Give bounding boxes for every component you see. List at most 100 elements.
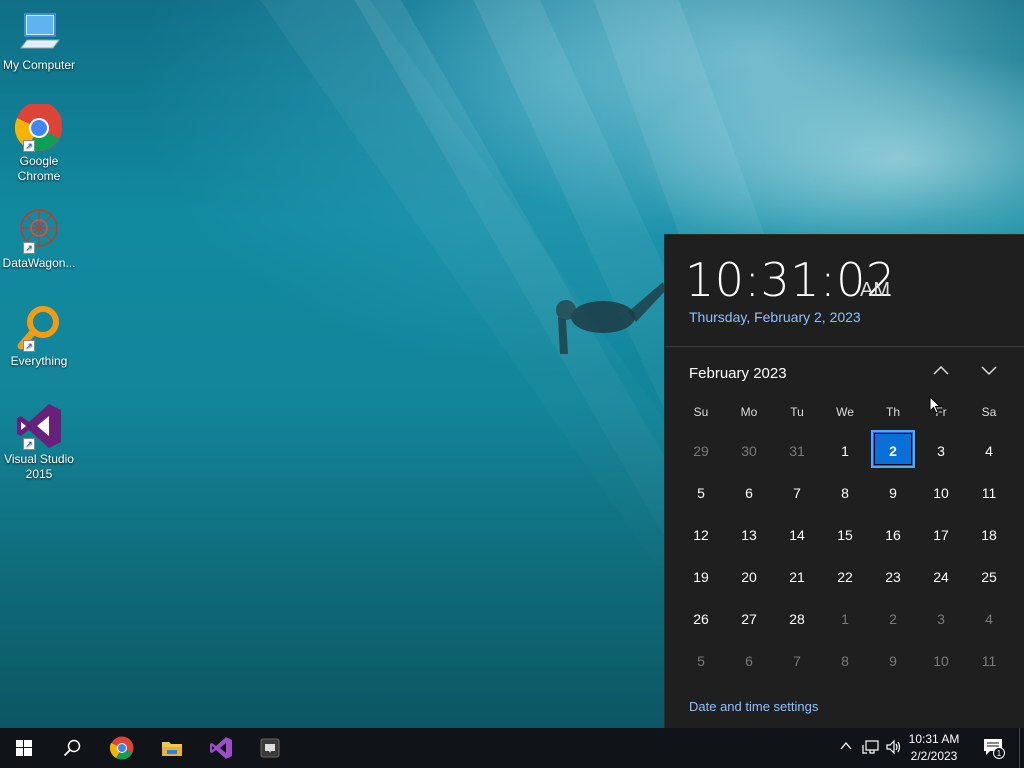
action-center-button[interactable]: 1 (982, 737, 1006, 762)
desktop-icon-google-chrome[interactable]: ↗ Google Chrome (0, 101, 78, 184)
network-button[interactable] (862, 739, 880, 758)
previous-month-button[interactable] (929, 363, 953, 385)
calendar-day[interactable]: 12 (677, 514, 725, 556)
weekday-header: Sa (981, 405, 997, 419)
start-button[interactable] (0, 728, 48, 768)
calendar-day[interactable]: 11 (965, 640, 1013, 682)
calendar-day[interactable]: 25 (965, 556, 1013, 598)
calendar-day[interactable]: 22 (821, 556, 869, 598)
calendar-day-number: 15 (837, 527, 853, 543)
calendar-day[interactable]: 18 (965, 514, 1013, 556)
calendar-day[interactable]: 17 (917, 514, 965, 556)
calendar-day[interactable]: 30 (725, 430, 773, 472)
calendar-day-number: 3 (937, 443, 945, 459)
search-button[interactable] (48, 728, 96, 768)
calendar-day[interactable]: 26 (677, 598, 725, 640)
calendar-day[interactable]: 5 (677, 640, 725, 682)
calendar-day[interactable]: 4 (965, 430, 1013, 472)
desktop-icon-visual-studio[interactable]: ↗ Visual Studio 2015 (0, 402, 78, 482)
calendar-day[interactable]: 28 (773, 598, 821, 640)
calendar-day[interactable]: 21 (773, 556, 821, 598)
calendar-day-today[interactable]: 2 (869, 430, 917, 472)
calendar-day-number: 12 (693, 527, 709, 543)
shortcut-arrow-icon: ↗ (23, 140, 35, 152)
calendar-day[interactable]: 23 (869, 556, 917, 598)
calendar-day-number: 2 (889, 611, 897, 627)
chrome-icon (110, 736, 134, 760)
desktop-icon-everything[interactable]: ↗ Everything (0, 304, 78, 369)
calendar-day[interactable]: 7 (773, 640, 821, 682)
calendar-day-number: 4 (985, 443, 993, 459)
calendar-day[interactable]: 2 (869, 598, 917, 640)
calendar-day[interactable]: 6 (725, 640, 773, 682)
calendar-day[interactable]: 10 (917, 472, 965, 514)
calendar-day[interactable]: 16 (869, 514, 917, 556)
next-month-button[interactable] (977, 363, 1001, 385)
calendar-day[interactable]: 5 (677, 472, 725, 514)
calendar-day-number: 25 (981, 569, 997, 585)
calendar-day-number: 14 (789, 527, 805, 543)
show-hidden-icons-button[interactable] (839, 739, 853, 756)
full-date-link[interactable]: Thursday, February 2, 2023 (689, 309, 861, 325)
month-label[interactable]: February 2023 (689, 365, 787, 382)
calendar-day[interactable]: 8 (821, 640, 869, 682)
desktop-icon-my-computer[interactable]: My Computer (0, 8, 78, 73)
weekday-header: Fr (935, 405, 947, 419)
calendar-day-number: 8 (841, 485, 849, 501)
weekday-header: Th (885, 405, 900, 419)
calendar-day[interactable]: 4 (965, 598, 1013, 640)
taskbar-chrome-button[interactable] (98, 728, 146, 768)
calendar-day[interactable]: 13 (725, 514, 773, 556)
taskbar-clock[interactable]: 10:31 AM 2/2/2023 (904, 731, 964, 765)
calendar-day-number: 27 (741, 611, 757, 627)
taskbar-visual-studio-button[interactable] (197, 728, 245, 768)
calendar-day[interactable]: 1 (821, 598, 869, 640)
date-time-settings-link[interactable]: Date and time settings (689, 699, 818, 714)
notification-count: 1 (997, 749, 1002, 758)
calendar-day[interactable]: 14 (773, 514, 821, 556)
calendar-day-number: 16 (885, 527, 901, 543)
calendar-day[interactable]: 7 (773, 472, 821, 514)
calendar-day-number: 9 (889, 485, 897, 501)
taskbar-time: 10:31 AM (908, 732, 960, 746)
calendar-day[interactable]: 3 (917, 598, 965, 640)
calendar-day[interactable]: 3 (917, 430, 965, 472)
everything-icon: ↗ (15, 304, 63, 352)
calendar-day-number: 21 (789, 569, 805, 585)
taskbar-app-button[interactable] (246, 728, 294, 768)
calendar-day-number: 30 (741, 443, 757, 459)
datawagon-icon: ↗ (15, 206, 63, 254)
calendar-day[interactable]: 15 (821, 514, 869, 556)
calendar-day[interactable]: 11 (965, 472, 1013, 514)
calendar-day-number: 17 (933, 527, 949, 543)
calendar-day[interactable]: 8 (821, 472, 869, 514)
calendar-day[interactable]: 1 (821, 430, 869, 472)
start-icon (16, 740, 32, 756)
weekday-header: Tu (790, 405, 804, 419)
calendar-day[interactable]: 27 (725, 598, 773, 640)
calendar-day[interactable]: 10 (917, 640, 965, 682)
calendar-day[interactable]: 20 (725, 556, 773, 598)
calendar-day-number: 28 (789, 611, 805, 627)
speaker-icon (886, 739, 901, 755)
desktop-icon-label: Visual Studio 2015 (4, 452, 74, 481)
volume-button[interactable] (885, 739, 903, 758)
taskbar-file-explorer-button[interactable] (148, 728, 196, 768)
show-desktop-button[interactable] (1019, 728, 1024, 768)
calendar-day-number: 5 (697, 653, 705, 669)
calendar-day[interactable]: 24 (917, 556, 965, 598)
mouse-cursor-icon (929, 396, 941, 414)
calendar-day[interactable]: 29 (677, 430, 725, 472)
calendar-day[interactable]: 31 (773, 430, 821, 472)
desktop-icon-datawagon[interactable]: ↗ DataWagon... (0, 206, 78, 271)
calendar-day-number: 19 (693, 569, 709, 585)
visual-studio-icon: ↗ (15, 402, 63, 450)
calendar-day[interactable]: 6 (725, 472, 773, 514)
clock-calendar-flyout: 10:31:02 AM Thursday, February 2, 2023 F… (664, 234, 1024, 728)
calendar-day[interactable]: 9 (869, 640, 917, 682)
calendar-day[interactable]: 9 (869, 472, 917, 514)
calendar-day-number: 4 (985, 611, 993, 627)
calendar-day-number: 10 (933, 485, 949, 501)
calendar-day[interactable]: 19 (677, 556, 725, 598)
calendar-day-number: 13 (741, 527, 757, 543)
